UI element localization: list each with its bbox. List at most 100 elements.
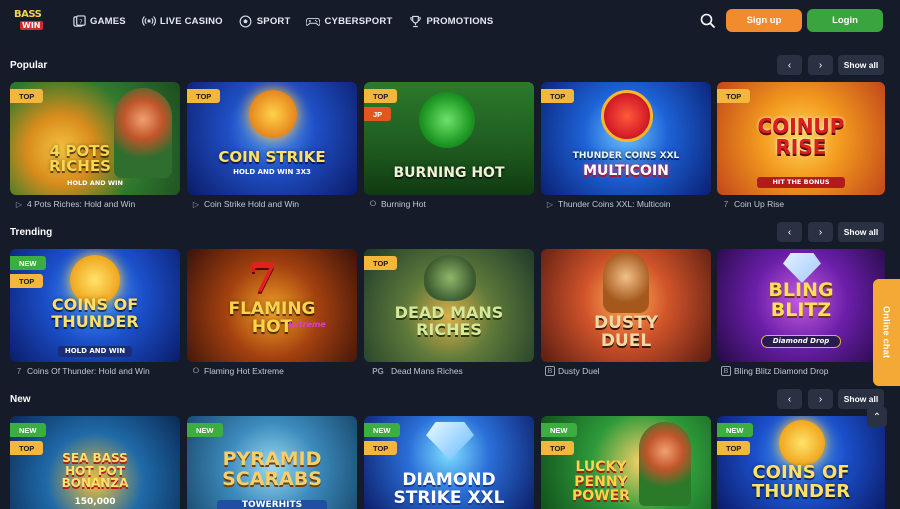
- art-title: FLAMING HOT: [228, 299, 316, 337]
- coin-graphic: [249, 90, 297, 138]
- art-title: COINS OF THUNDER: [51, 295, 139, 331]
- game-card-thunder-coins-xxl[interactable]: THUNDER COINS XXL MULTICOIN TOP: [541, 82, 711, 195]
- game-card-bling-blitz[interactable]: BLING BLITZ Diamond Drop: [717, 249, 885, 362]
- badge-new: NEW: [364, 423, 400, 437]
- badge-top: TOP: [364, 256, 398, 270]
- art-title: SEA BASS HOT POT BONANZA: [61, 451, 129, 491]
- online-chat-tab[interactable]: Online chat: [873, 279, 900, 386]
- game-card-lucky-penny[interactable]: LUCKY PENNY POWER NEW TOP: [541, 416, 711, 509]
- art-subtitle: HOLD AND WIN: [58, 346, 132, 357]
- games-icon: 7: [72, 14, 86, 28]
- popular-prev-button[interactable]: ‹: [777, 55, 802, 75]
- nav-sport-label: SPORT: [256, 15, 291, 27]
- pg-icon: PG: [372, 366, 384, 376]
- game-card-dusty-duel[interactable]: DUSTY DUEL: [541, 249, 711, 362]
- popular-next-button[interactable]: ›: [808, 55, 833, 75]
- card-caption: ▷ 4 Pots Riches: Hold and Win: [14, 198, 135, 210]
- game-card-flaming-hot-extreme[interactable]: 7 FLAMING HOT Extreme: [187, 249, 357, 362]
- badge-jackpot: JP: [364, 107, 392, 121]
- card-caption: PG Dead Mans Riches: [368, 365, 463, 377]
- b-icon: B: [721, 366, 731, 376]
- card-caption: B Bling Blitz Diamond Drop: [721, 365, 828, 377]
- badge-top: TOP: [717, 89, 751, 103]
- trending-show-all-button[interactable]: Show all: [838, 222, 884, 242]
- online-chat-label: Online chat: [881, 306, 892, 359]
- card-caption: B Dusty Duel: [545, 365, 600, 377]
- play-icon: ▷: [192, 199, 200, 209]
- game-name: 4 Pots Riches: Hold and Win: [27, 199, 136, 209]
- trending-prev-button[interactable]: ‹: [777, 222, 802, 242]
- badge-top: TOP: [10, 274, 44, 288]
- art-subtitle: Extreme: [288, 320, 326, 329]
- chevron-right-icon: ›: [818, 59, 823, 71]
- art-title: COINS OF THUNDER: [751, 462, 851, 502]
- game-card-diamond-strike-xxl[interactable]: DIAMOND STRIKE XXL NEW TOP: [364, 416, 534, 509]
- game-name: Coins Of Thunder: Hold and Win: [27, 366, 150, 376]
- seven-icon: 7: [723, 199, 729, 209]
- card-caption: 7 Coins Of Thunder: Hold and Win: [14, 365, 150, 377]
- new-show-all-button[interactable]: Show all: [838, 389, 884, 409]
- trending-next-button[interactable]: ›: [808, 222, 833, 242]
- game-card-sea-bass[interactable]: SEA BASS HOT POT BONANZA 150,000 NEW TOP: [10, 416, 180, 509]
- art-title: 4 POTS RICHES: [49, 142, 111, 175]
- game-name: Coin Strike Hold and Win: [204, 199, 299, 209]
- nav-promotions[interactable]: PROMOTIONS: [408, 14, 493, 28]
- game-card-coin-strike[interactable]: COIN STRIKE HOLD AND WIN 3X3 TOP: [187, 82, 357, 195]
- badge-new: NEW: [10, 423, 46, 437]
- art-title: LUCKY PENNY POWER: [572, 459, 630, 505]
- bolt-coin-graphic: [779, 420, 825, 466]
- signup-button[interactable]: Sign up: [726, 9, 802, 32]
- game-card-4-pots-riches[interactable]: 4 POTS RICHES HOLD AND WIN TOP: [10, 82, 180, 195]
- art-title: COINUP RISE: [757, 114, 845, 159]
- cowgirl-figure: [603, 253, 649, 313]
- login-button[interactable]: Login: [807, 9, 883, 32]
- art-title: COIN STRIKE: [218, 148, 326, 166]
- scroll-to-top-button[interactable]: ⌃: [867, 407, 887, 427]
- art-title: PYRAMID SCARABS: [222, 448, 322, 490]
- broadcast-icon: [141, 14, 156, 28]
- badge-new: NEW: [10, 256, 46, 270]
- card-caption: ⭘ Flaming Hot Extreme: [191, 365, 284, 377]
- nav-cybersport-label: CYBERSPORT: [324, 15, 393, 27]
- badge-top: TOP: [541, 441, 575, 455]
- popular-show-all-button[interactable]: Show all: [838, 55, 884, 75]
- search-button[interactable]: [699, 12, 717, 30]
- game-card-dead-mans-riches[interactable]: DEAD MANS RICHES TOP: [364, 249, 534, 362]
- search-icon: [700, 13, 715, 28]
- game-name: Dusty Duel: [558, 366, 600, 376]
- game-card-coins-of-thunder-new[interactable]: COINS OF THUNDER NEW TOP: [717, 416, 885, 509]
- art-subtitle: TOWERHITS: [217, 500, 327, 509]
- main-nav: 7 GAMES LIVE CASINO SPORT CYBERSPORT PRO…: [72, 0, 509, 42]
- nav-cybersport[interactable]: CYBERSPORT: [306, 14, 392, 28]
- nav-sport[interactable]: SPORT: [239, 14, 291, 28]
- nav-games[interactable]: 7 GAMES: [72, 14, 126, 28]
- badge-top: TOP: [364, 89, 398, 103]
- new-prev-button[interactable]: ‹: [777, 389, 802, 409]
- game-name: Thunder Coins XXL: Multicoin: [558, 199, 671, 209]
- game-card-burning-hot[interactable]: BURNING HOT TOP JP: [364, 82, 534, 195]
- gamepad-icon: [306, 14, 321, 28]
- badge-top: TOP: [717, 441, 751, 455]
- game-card-coin-up-rise[interactable]: COINUP RISE HIT THE BONUS TOP: [717, 82, 885, 195]
- art-title: BURNING HOT: [393, 165, 505, 181]
- nav-live-casino[interactable]: LIVE CASINO: [141, 14, 223, 28]
- clover-graphic: [419, 92, 475, 148]
- art-title: THUNDER COINS XXL: [572, 151, 680, 161]
- card-caption: ▷ Coin Strike Hold and Win: [191, 198, 299, 210]
- new-next-button[interactable]: ›: [808, 389, 833, 409]
- card-caption: ▷ Thunder Coins XXL: Multicoin: [545, 198, 671, 210]
- badge-top: TOP: [10, 441, 44, 455]
- art-subtitle: HOLD AND WIN 3X3: [233, 168, 311, 176]
- art-title: DUSTY DUEL: [593, 313, 659, 351]
- seven-graphic: 7: [249, 255, 277, 302]
- art-title: BLING BLITZ: [768, 279, 834, 321]
- bass-win-logo[interactable]: BASS WIN: [12, 9, 48, 33]
- chevron-up-icon: ⌃: [872, 411, 882, 423]
- chevron-right-icon: ›: [818, 393, 823, 405]
- game-card-coins-of-thunder[interactable]: COINS OF THUNDER HOLD AND WIN NEW TOP: [10, 249, 180, 362]
- game-card-pyramid-scarabs[interactable]: PYRAMID SCARABS TOWERHITS NEW: [187, 416, 357, 509]
- chevron-left-icon: ‹: [787, 59, 792, 71]
- play-icon: ▷: [546, 199, 554, 209]
- badge-top: TOP: [187, 89, 221, 103]
- art-title: DEAD MANS RICHES: [394, 303, 504, 339]
